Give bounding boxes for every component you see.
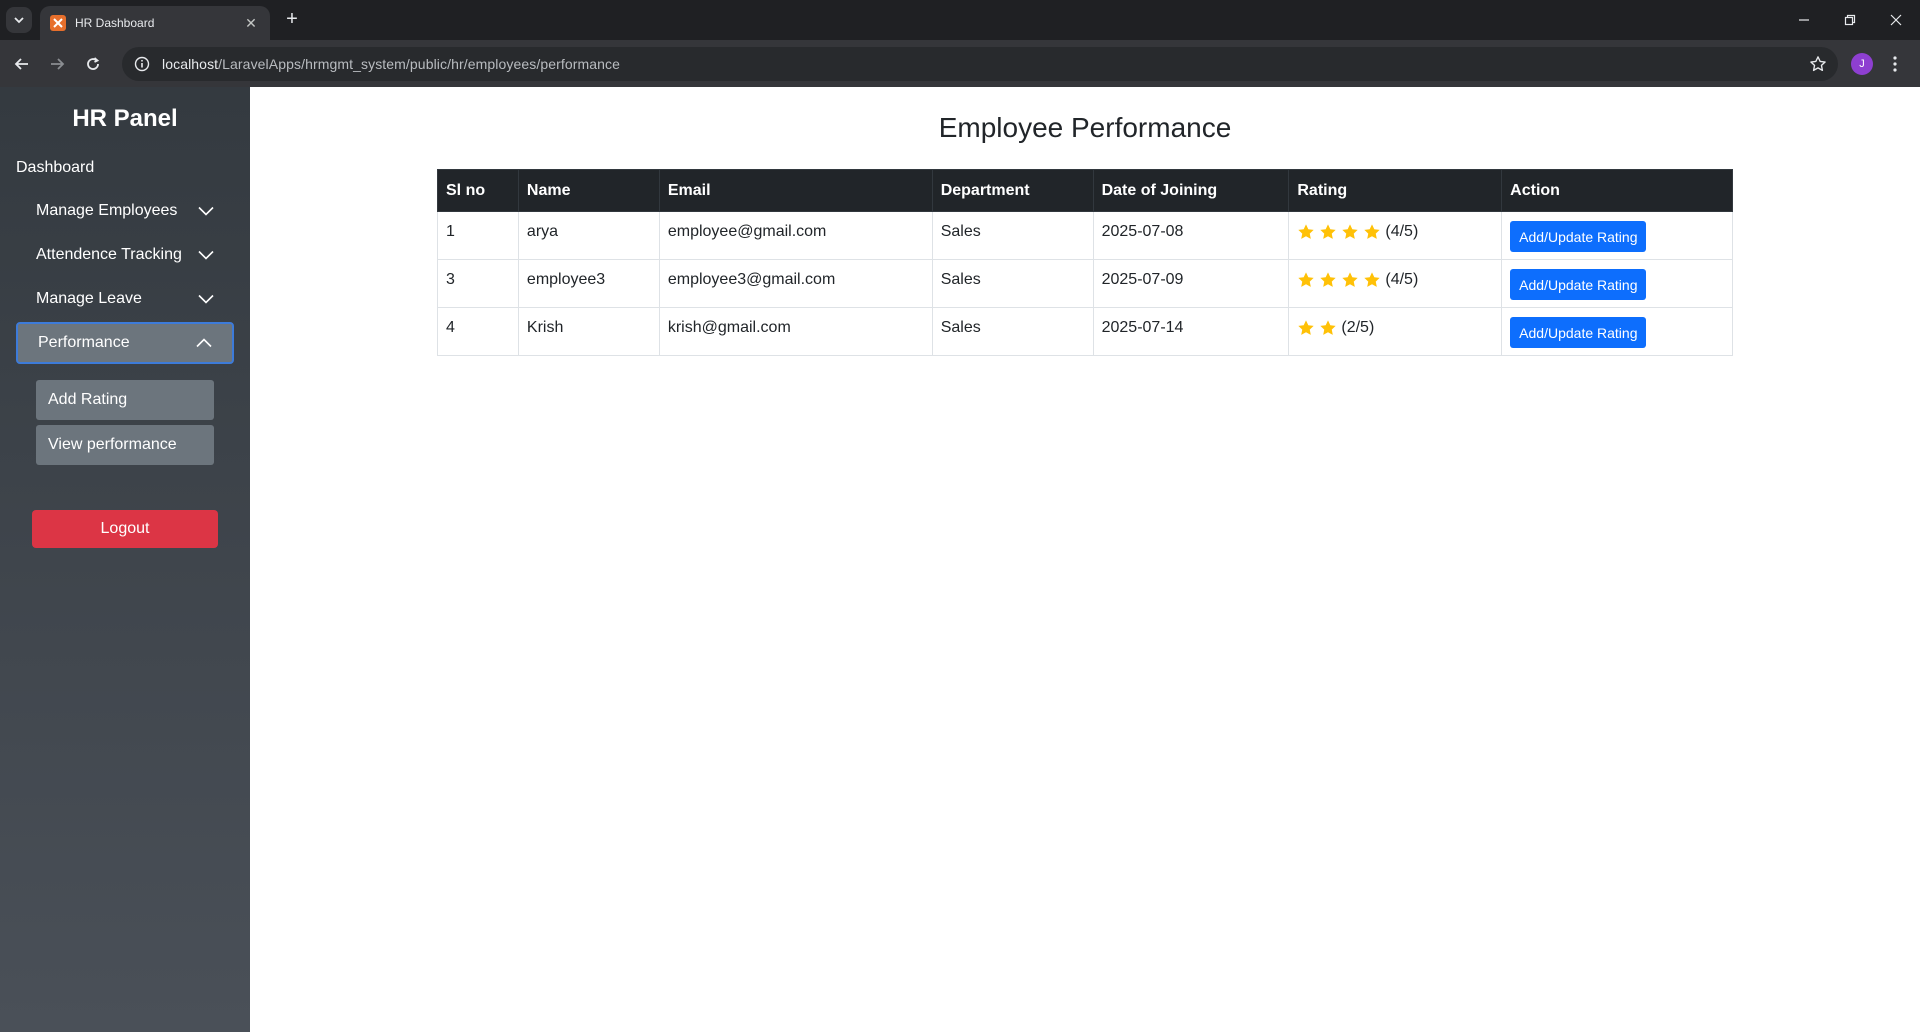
sidebar: HR Panel Dashboard Manage Employees Atte… [0,87,250,1032]
rating-text: (4/5) [1385,223,1419,240]
back-arrow-icon[interactable] [10,52,34,76]
forward-arrow-icon[interactable] [45,52,69,76]
url-text: localhost/LaravelApps/hrmgmt_system/publ… [162,56,620,72]
column-header: Name [517,169,660,212]
browser-tabstrip: HR Dashboard ✕ + [0,0,1920,40]
logout-button[interactable]: Logout [32,510,218,548]
star-icon [1298,272,1315,287]
column-header: Department [931,169,1094,212]
rating-stars [1297,319,1337,337]
column-header: Rating [1288,169,1503,212]
add-rating-button[interactable]: Add Rating [36,380,214,420]
minimize-icon[interactable] [1792,8,1816,32]
table-row: 4 Krish krish@gmail.com Sales 2025-07-14… [437,307,1733,356]
sidebar-item-dashboard[interactable]: Dashboard [16,159,94,177]
add-update-rating-button[interactable]: Add/Update Rating [1510,317,1647,348]
site-info-icon[interactable] [134,56,150,72]
browser-toolbar: localhost/LaravelApps/hrmgmt_system/publ… [0,40,1920,87]
cell-rating: (2/5) [1288,307,1503,356]
cell-department: Sales [931,307,1094,356]
sidebar-item-attendence-tracking[interactable]: Attendence Tracking [16,234,234,276]
column-header: Date of Joining [1092,169,1290,212]
star-icon [1342,272,1359,287]
sidebar-item-label: Manage Employees [36,202,178,219]
reload-icon[interactable] [81,52,105,76]
cell-department: Sales [931,259,1094,308]
chevron-down-icon [198,247,214,263]
table-row: 1 arya employee@gmail.com Sales 2025-07-… [437,211,1733,260]
rating-stars [1297,271,1381,289]
url-path: /LaravelApps/hrmgmt_system/public/hr/emp… [218,56,621,72]
new-tab-button[interactable]: + [281,9,303,31]
table-header-row: Sl no Name Email Department Date of Join… [437,169,1733,212]
tab-close-icon[interactable]: ✕ [242,15,260,32]
cell-email: employee@gmail.com [658,211,933,260]
sidebar-item-performance[interactable]: Performance [16,322,234,364]
bookmark-star-icon[interactable] [1806,52,1830,76]
cell-action: Add/Update Rating [1501,307,1733,356]
profile-avatar[interactable]: J [1851,53,1873,75]
column-header: Sl no [437,169,519,212]
url-host: localhost [162,56,219,72]
page-title: Employee Performance [938,112,1232,143]
cell-name: employee3 [517,259,660,308]
cell-sl-no: 1 [437,211,519,260]
cell-action: Add/Update Rating [1501,211,1733,260]
sidebar-item-manage-employees[interactable]: Manage Employees [16,190,234,232]
star-icon [1320,272,1337,287]
star-icon [1298,224,1315,239]
browser-tab[interactable]: HR Dashboard ✕ [40,6,270,40]
sidebar-item-label: Performance [38,334,130,351]
sidebar-item-label: Attendence Tracking [36,246,182,263]
add-update-rating-button[interactable]: Add/Update Rating [1510,221,1647,252]
chevron-down-icon [198,203,214,219]
cell-date-of-joining: 2025-07-08 [1092,211,1290,260]
xampp-favicon-icon [50,15,66,31]
cell-email: employee3@gmail.com [658,259,933,308]
star-icon [1298,320,1315,335]
chevron-down-icon [14,17,24,24]
cell-sl-no: 3 [437,259,519,308]
cell-sl-no: 4 [437,307,519,356]
star-icon [1342,224,1359,239]
cell-date-of-joining: 2025-07-09 [1092,259,1290,308]
add-update-rating-button[interactable]: Add/Update Rating [1510,269,1647,300]
chevron-down-icon [198,291,214,307]
star-icon [1320,224,1337,239]
star-icon [1364,224,1381,239]
rating-text: (4/5) [1385,271,1419,288]
column-header: Email [658,169,933,212]
close-window-icon[interactable] [1884,8,1908,32]
cell-action: Add/Update Rating [1501,259,1733,308]
sidebar-item-manage-leave[interactable]: Manage Leave [16,278,234,320]
cell-date-of-joining: 2025-07-14 [1092,307,1290,356]
rating-text: (2/5) [1341,319,1375,336]
sidebar-item-label: Manage Leave [36,290,142,307]
cell-email: krish@gmail.com [658,307,933,356]
chevron-up-icon [196,335,212,351]
rating-stars [1297,223,1381,241]
view-performance-button[interactable]: View performance [36,425,214,465]
star-icon [1320,320,1337,335]
cell-name: arya [517,211,660,260]
address-bar[interactable]: localhost/LaravelApps/hrmgmt_system/publ… [122,47,1838,81]
table-row: 3 employee3 employee3@gmail.com Sales 20… [437,259,1733,308]
tab-title: HR Dashboard [75,16,155,30]
restore-icon[interactable] [1838,8,1862,32]
column-header: Action [1501,169,1733,212]
cell-rating: (4/5) [1288,211,1503,260]
star-icon [1364,272,1381,287]
panel-title: HR Panel [72,105,178,132]
tab-search-button[interactable] [6,7,32,33]
cell-name: Krish [517,307,660,356]
performance-table: Sl no Name Email Department Date of Join… [437,169,1733,356]
cell-department: Sales [931,211,1094,260]
more-menu-icon[interactable] [1883,52,1907,76]
cell-rating: (4/5) [1288,259,1503,308]
